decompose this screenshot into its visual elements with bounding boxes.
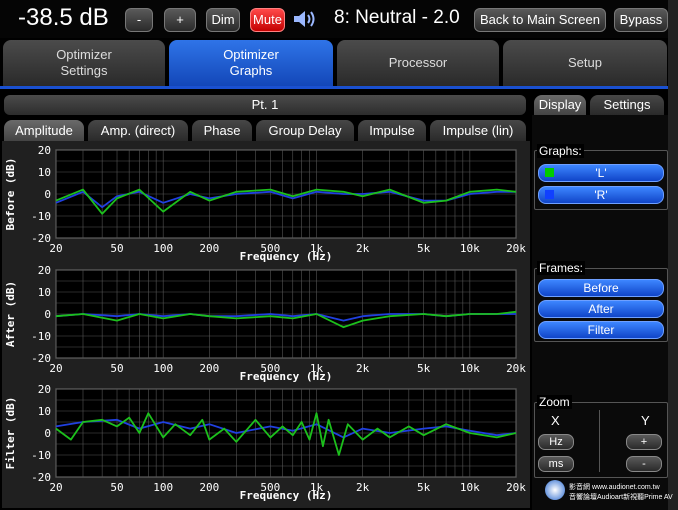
- x-axis-label: Frequency (Hz): [240, 489, 333, 502]
- back-to-main-button[interactable]: Back to Main Screen: [474, 8, 606, 32]
- y-axis-label: Filter (dB): [4, 397, 17, 470]
- x-tick-label: 2k: [356, 481, 370, 494]
- x-tick-label: 50: [110, 242, 123, 255]
- graph-l-button[interactable]: 'L': [538, 164, 664, 182]
- y-tick-label: -10: [31, 210, 51, 223]
- watermark: 影音網 www.audionet.com.tw 音響論壇Audioart新視聽P…: [545, 478, 675, 508]
- x-tick-label: 100: [153, 242, 173, 255]
- subtab-group-delay[interactable]: Group Delay: [256, 120, 354, 141]
- y-axis-label: After (dB): [4, 281, 17, 347]
- tab-settings[interactable]: Settings: [590, 95, 664, 115]
- zoom-label: Zoom: [537, 395, 572, 409]
- x-tick-label: 10k: [460, 242, 480, 255]
- x-tick-label: 10k: [460, 362, 480, 375]
- zoom-y-label: Y: [641, 413, 650, 428]
- x-tick-label: 5k: [417, 481, 431, 494]
- zoom-ms-button[interactable]: ms: [538, 456, 574, 472]
- y-tick-label: -10: [31, 449, 51, 462]
- x-tick-label: 20k: [506, 362, 526, 375]
- subtab-amplitude[interactable]: Amplitude: [4, 120, 84, 141]
- x-tick-label: 10k: [460, 481, 480, 494]
- x-tick-label: 200: [199, 362, 219, 375]
- mute-button[interactable]: Mute: [250, 8, 285, 32]
- watermark-logo-icon: [545, 480, 565, 500]
- frame-after-button[interactable]: After: [538, 300, 664, 318]
- y-tick-label: 0: [44, 188, 51, 201]
- green-swatch-icon: [545, 168, 554, 177]
- x-tick-label: 200: [199, 242, 219, 255]
- zoom-divider: [599, 410, 600, 472]
- watermark-line2: 音響論壇Audioart新視聽Prime AV: [569, 494, 673, 501]
- y-tick-label: 20: [38, 264, 51, 277]
- x-tick-label: 100: [153, 481, 173, 494]
- speaker-icon[interactable]: [292, 9, 320, 29]
- zoom-y-minus-button[interactable]: -: [626, 456, 662, 472]
- subtab-impulse-lin[interactable]: Impulse (lin): [430, 120, 526, 141]
- graph-r-label: 'R': [594, 188, 608, 202]
- y-tick-label: 10: [38, 166, 51, 179]
- y-tick-label: 0: [44, 427, 51, 440]
- point-selector[interactable]: Pt. 1: [4, 95, 526, 115]
- tab-processor[interactable]: Processor: [337, 40, 499, 86]
- y-tick-label: 10: [38, 286, 51, 299]
- blue-swatch-icon: [545, 190, 554, 199]
- y-tick-label: 10: [38, 405, 51, 418]
- tab-setup[interactable]: Setup: [503, 40, 667, 86]
- x-tick-label: 20k: [506, 481, 526, 494]
- x-tick-label: 2k: [356, 362, 370, 375]
- zoom-y-plus-button[interactable]: +: [626, 434, 662, 450]
- frame-filter-button[interactable]: Filter: [538, 321, 664, 339]
- volume-readout: -38.5 dB: [18, 4, 109, 31]
- subtab-amp-direct[interactable]: Amp. (direct): [88, 120, 188, 141]
- amplitude-charts: 20100-10-2020 50 100 200 500 1k 2k 5k 10k 20kFreq…: [4, 144, 526, 502]
- x-tick-label: 5k: [417, 242, 431, 255]
- volume-down-button[interactable]: -: [125, 8, 153, 32]
- y-tick-label: -20: [31, 471, 51, 484]
- x-tick-label: 20: [49, 242, 62, 255]
- graph-l-label: 'L': [595, 166, 607, 180]
- x-tick-label: 20: [49, 362, 62, 375]
- y-tick-label: -20: [31, 352, 51, 365]
- graph-r-button[interactable]: 'R': [538, 186, 664, 204]
- x-tick-label: 50: [110, 362, 123, 375]
- y-tick-label: -10: [31, 330, 51, 343]
- x-tick-label: 100: [153, 362, 173, 375]
- watermark-line1: 影音網 www.audionet.com.tw: [569, 484, 660, 491]
- tab-display[interactable]: Display: [534, 95, 586, 115]
- volume-up-button[interactable]: +: [164, 8, 196, 32]
- y-axis-label: Before (dB): [4, 158, 17, 231]
- x-tick-label: 200: [199, 481, 219, 494]
- subtab-impulse[interactable]: Impulse: [358, 120, 426, 141]
- zoom-hz-button[interactable]: Hz: [538, 434, 574, 450]
- preset-name: 8: Neutral - 2.0: [334, 7, 460, 28]
- frames-label: Frames:: [537, 261, 586, 275]
- frame-before-button[interactable]: Before: [538, 279, 664, 297]
- x-tick-label: 20: [49, 481, 62, 494]
- bypass-button[interactable]: Bypass: [614, 8, 668, 32]
- y-tick-label: 20: [38, 144, 51, 157]
- x-tick-label: 5k: [417, 362, 431, 375]
- dim-button[interactable]: Dim: [206, 8, 240, 32]
- zoom-x-label: X: [551, 413, 560, 428]
- y-tick-label: 0: [44, 308, 51, 321]
- y-tick-label: 20: [38, 383, 51, 396]
- x-axis-label: Frequency (Hz): [240, 370, 333, 383]
- tab-optimizer-graphs[interactable]: Optimizer Graphs: [169, 40, 333, 86]
- graphs-label: Graphs:: [537, 144, 584, 158]
- x-axis-label: Frequency (Hz): [240, 250, 333, 263]
- x-tick-label: 2k: [356, 242, 370, 255]
- x-tick-label: 20k: [506, 242, 526, 255]
- subtab-phase[interactable]: Phase: [192, 120, 252, 141]
- tab-optimizer-settings[interactable]: Optimizer Settings: [3, 40, 165, 86]
- window-edge: [668, 0, 678, 510]
- x-tick-label: 50: [110, 481, 123, 494]
- tab-underline: [0, 86, 670, 89]
- y-tick-label: -20: [31, 232, 51, 245]
